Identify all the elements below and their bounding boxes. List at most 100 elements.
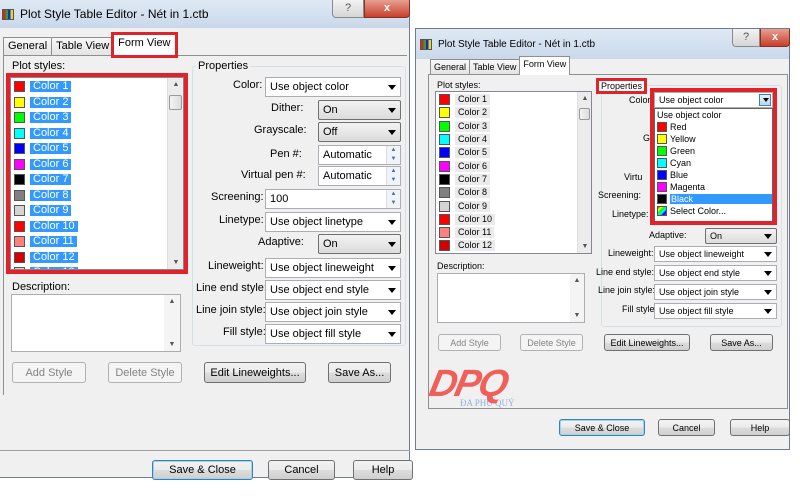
color-select[interactable]: Use object color bbox=[265, 77, 401, 97]
plot-style-label: Color 1 bbox=[455, 94, 491, 106]
plot-styles-label: Plot styles: bbox=[437, 80, 481, 90]
plot-style-item[interactable]: Color 11 bbox=[436, 226, 577, 239]
edit-lineweights-button[interactable]: Edit Lineweights... bbox=[204, 362, 306, 383]
close-icon[interactable]: x bbox=[760, 29, 790, 47]
save-close-button[interactable]: Save & Close bbox=[559, 419, 645, 436]
line-join-style-select[interactable]: Use object join style bbox=[654, 284, 777, 300]
adaptive-label: Adaptive: bbox=[258, 236, 304, 248]
scroll-down-icon[interactable]: ▼ bbox=[578, 243, 591, 250]
title-bar[interactable]: Plot Style Table Editor - Nét in 1.ctb ?… bbox=[0, 0, 410, 28]
tab-strip: General Table View Form View bbox=[430, 56, 571, 75]
description-textarea[interactable]: ▲ ▼ bbox=[11, 294, 181, 352]
scroll-up-icon[interactable]: ▲ bbox=[578, 95, 591, 102]
pen-label: Pen #: bbox=[270, 148, 302, 160]
delete-style-button[interactable]: Delete Style bbox=[108, 362, 182, 383]
linetype-select[interactable]: Use object linetype bbox=[265, 212, 401, 232]
help-button[interactable]: Help bbox=[353, 460, 413, 480]
help-icon[interactable]: ? bbox=[332, 0, 364, 18]
tab-form-view[interactable]: Form View bbox=[519, 56, 571, 75]
tab-table-view[interactable]: Table View bbox=[51, 37, 115, 56]
linetype-label: Linetype: bbox=[219, 214, 264, 226]
plot-style-item[interactable]: Color 12 bbox=[436, 239, 577, 252]
lineweight-select[interactable]: Use object lineweight bbox=[265, 258, 401, 278]
close-icon[interactable]: x bbox=[364, 0, 410, 18]
save-as-button[interactable]: Save As... bbox=[328, 362, 391, 383]
scrollbar[interactable]: ▲ ▼ bbox=[164, 295, 180, 351]
line-join-style-label: Line join style: bbox=[196, 304, 266, 316]
cancel-button[interactable]: Cancel bbox=[658, 419, 715, 436]
fill-style-select[interactable]: Use object fill style bbox=[654, 303, 777, 319]
save-close-button[interactable]: Save & Close bbox=[152, 460, 253, 480]
plot-style-label: Color 2 bbox=[455, 107, 491, 119]
linetype-value: Use object linetype bbox=[270, 216, 363, 228]
plot-style-item[interactable]: Color 9 bbox=[436, 199, 577, 212]
plot-style-item[interactable]: Color 4 bbox=[436, 133, 577, 146]
line-end-style-value: Use object end style bbox=[659, 268, 741, 278]
line-end-style-value: Use object end style bbox=[270, 284, 370, 296]
color-swatch bbox=[439, 160, 450, 172]
edit-lineweights-button[interactable]: Edit Lineweights... bbox=[604, 334, 690, 351]
line-end-style-select[interactable]: Use object end style bbox=[265, 280, 401, 300]
grayscale-select[interactable]: Off bbox=[318, 122, 401, 142]
chevron-down-icon bbox=[764, 290, 772, 295]
spin-buttons[interactable]: ▲ ▼ bbox=[386, 167, 400, 185]
plot-style-label: Color 6 bbox=[455, 160, 491, 172]
fill-style-select[interactable]: Use object fill style bbox=[265, 324, 401, 344]
plot-style-item[interactable]: Color 3 bbox=[436, 120, 577, 133]
tab-form-view[interactable]: Form View bbox=[111, 32, 178, 58]
delete-style-button[interactable]: Delete Style bbox=[520, 334, 583, 351]
highlight-box bbox=[6, 73, 188, 274]
plot-style-item[interactable]: Color 13 bbox=[436, 253, 577, 254]
app-icon bbox=[2, 8, 14, 20]
color-swatch bbox=[439, 200, 450, 212]
plot-style-item[interactable]: Color 10 bbox=[436, 213, 577, 226]
plot-style-item[interactable]: Color 1 bbox=[436, 93, 577, 106]
line-end-style-select[interactable]: Use object end style bbox=[654, 265, 777, 281]
scroll-up-icon[interactable]: ▲ bbox=[164, 298, 180, 305]
add-style-button[interactable]: Add Style bbox=[12, 362, 86, 383]
chevron-down-icon bbox=[388, 266, 396, 271]
save-as-button[interactable]: Save As... bbox=[710, 334, 773, 351]
plot-style-label: Color 7 bbox=[455, 173, 491, 185]
tab-table-view[interactable]: Table View bbox=[469, 59, 521, 75]
description-label: Description: bbox=[437, 261, 485, 271]
spin-buttons[interactable]: ▲ ▼ bbox=[386, 146, 400, 164]
line-join-style-select[interactable]: Use object join style bbox=[265, 302, 401, 322]
scroll-up-icon[interactable]: ▲ bbox=[570, 277, 584, 284]
title-bar[interactable]: Plot Style Table Editor - Nét in 1.ctb ?… bbox=[416, 29, 790, 59]
plot-style-item[interactable]: Color 7 bbox=[436, 173, 577, 186]
tab-general[interactable]: General bbox=[3, 37, 53, 56]
add-style-button[interactable]: Add Style bbox=[438, 334, 501, 351]
scroll-down-icon[interactable]: ▼ bbox=[570, 312, 584, 319]
plot-style-label: Color 12 bbox=[455, 240, 496, 252]
line-join-style-label: Line join style: bbox=[598, 285, 656, 295]
description-textarea[interactable]: ▲ ▼ bbox=[437, 273, 585, 323]
screening-spinner[interactable]: 100 ▲ ▼ bbox=[265, 189, 401, 209]
plot-style-item[interactable]: Color 2 bbox=[436, 106, 577, 119]
scrollbar[interactable]: ▲ ▼ bbox=[577, 92, 591, 253]
plot-style-item[interactable]: Color 8 bbox=[436, 186, 577, 199]
line-join-style-value: Use object join style bbox=[270, 306, 368, 318]
help-icon[interactable]: ? bbox=[732, 29, 760, 47]
help-button[interactable]: Help bbox=[730, 419, 790, 436]
adaptive-select[interactable]: On bbox=[705, 228, 777, 244]
adaptive-label: Adaptive: bbox=[649, 230, 687, 240]
plot-style-label: Color 3 bbox=[455, 120, 491, 132]
cancel-button[interactable]: Cancel bbox=[268, 460, 335, 480]
plot-style-item[interactable]: Color 6 bbox=[436, 159, 577, 172]
scroll-down-icon[interactable]: ▼ bbox=[164, 341, 180, 348]
scroll-thumb[interactable] bbox=[579, 108, 590, 120]
chevron-down-icon bbox=[764, 309, 772, 314]
scrollbar[interactable]: ▲ ▼ bbox=[570, 274, 584, 322]
color-swatch bbox=[439, 213, 450, 225]
dither-select[interactable]: On bbox=[318, 100, 401, 120]
lineweight-select[interactable]: Use object lineweight bbox=[654, 246, 777, 262]
chevron-down-icon bbox=[388, 332, 396, 337]
plot-styles-list[interactable]: Color 1 Color 2 Color 3 Color 4 Color 5 Color… bbox=[435, 91, 592, 254]
pen-spinner[interactable]: Automatic ▲ ▼ bbox=[318, 145, 401, 165]
plot-style-item[interactable]: Color 5 bbox=[436, 146, 577, 159]
virtual-pen-spinner[interactable]: Automatic ▲ ▼ bbox=[318, 166, 401, 186]
adaptive-select[interactable]: On bbox=[318, 234, 401, 254]
tab-general[interactable]: General bbox=[430, 59, 471, 75]
spin-buttons[interactable]: ▲ ▼ bbox=[386, 190, 400, 208]
